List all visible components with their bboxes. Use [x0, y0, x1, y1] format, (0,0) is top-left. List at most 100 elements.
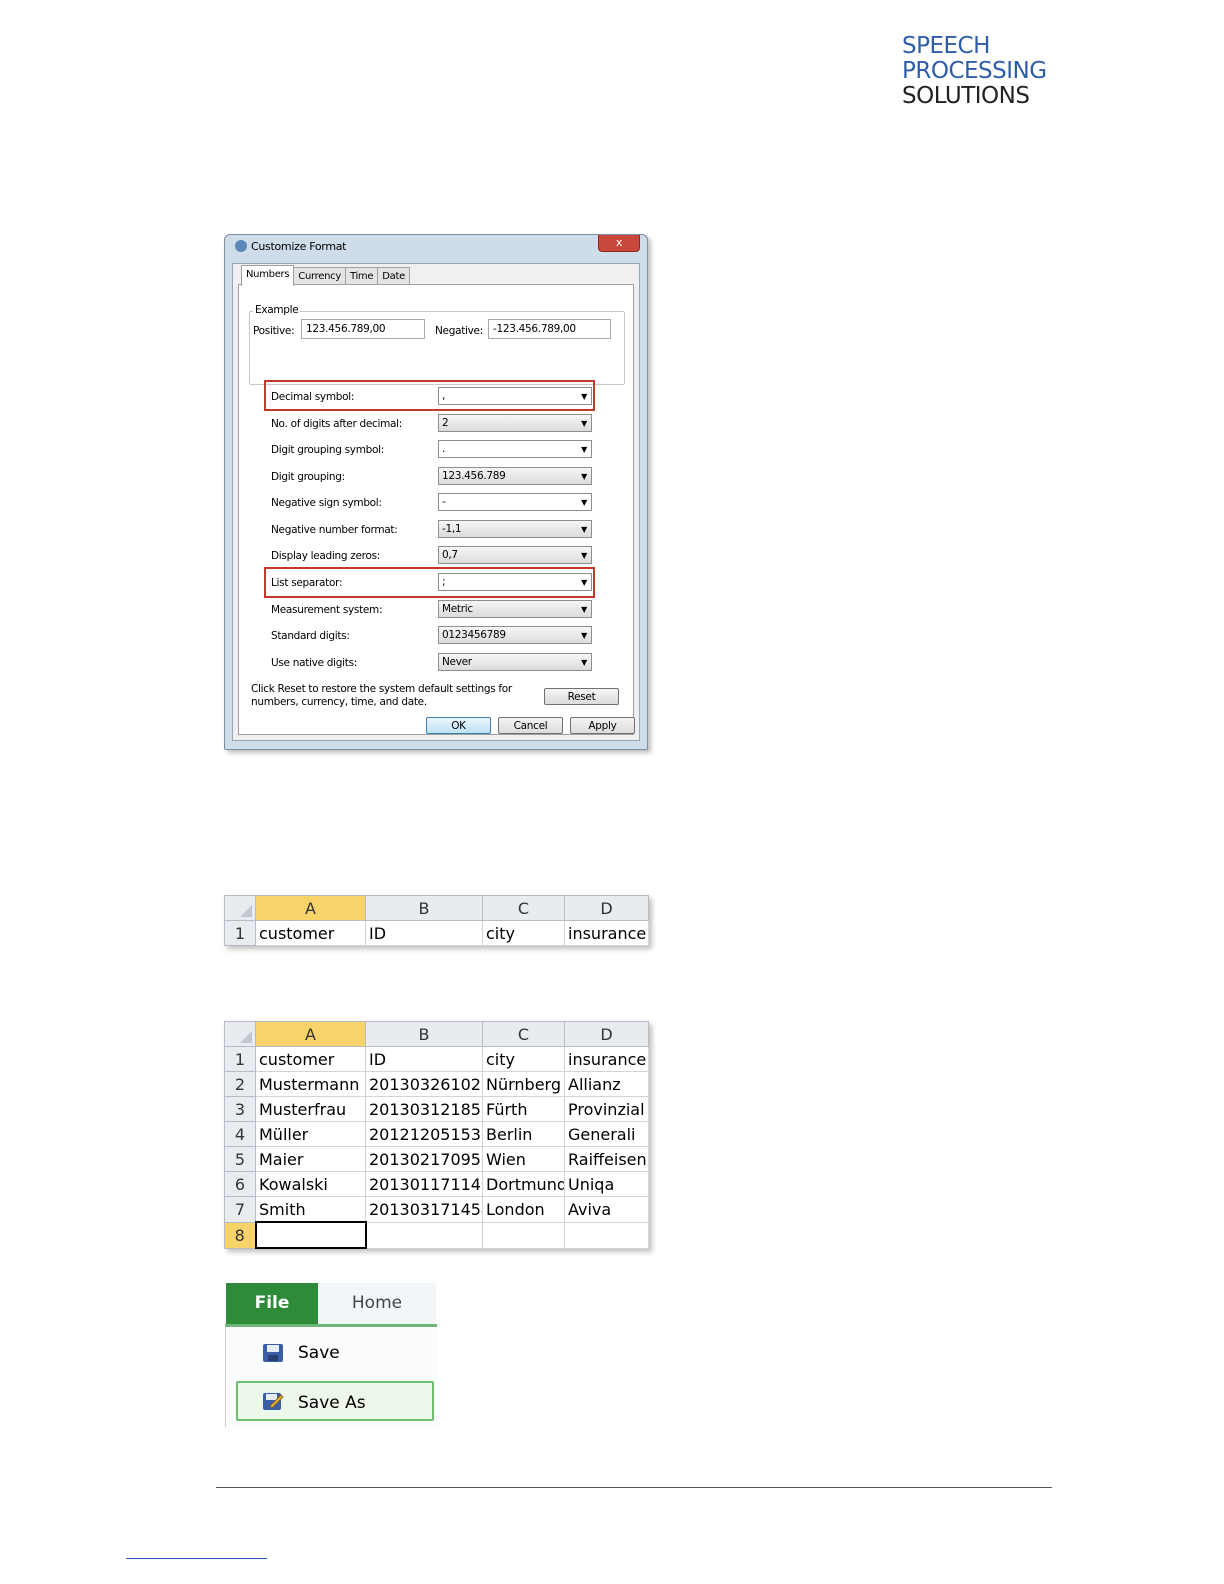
- cell[interactable]: customer: [255, 1046, 366, 1072]
- tab-time[interactable]: Time: [344, 267, 379, 285]
- select-all-corner[interactable]: [224, 895, 256, 921]
- dialog-titlebar: Customize Format: [235, 240, 347, 253]
- cell[interactable]: 201301171148: [365, 1171, 483, 1197]
- cell[interactable]: 201303121855: [365, 1096, 483, 1122]
- row-header[interactable]: 3: [224, 1096, 256, 1122]
- row-header[interactable]: 2: [224, 1071, 256, 1097]
- cell[interactable]: city: [482, 1046, 565, 1072]
- apply-button[interactable]: Apply: [570, 717, 635, 734]
- logo-line-3: SOLUTIONS: [902, 83, 1030, 109]
- measurement-system-select[interactable]: Metric ▼: [438, 600, 592, 618]
- cell[interactable]: 201303171454: [365, 1196, 483, 1223]
- cell[interactable]: 201303261022: [365, 1071, 483, 1097]
- cell[interactable]: [365, 1221, 483, 1249]
- column-header-c[interactable]: C: [482, 895, 565, 921]
- cell[interactable]: Nürnberg: [482, 1071, 565, 1097]
- cell[interactable]: Maier: [255, 1146, 366, 1172]
- select-all-corner[interactable]: [224, 1021, 256, 1047]
- cell[interactable]: customer: [255, 920, 366, 946]
- column-header-b[interactable]: B: [365, 895, 483, 921]
- footer-link-underline[interactable]: [126, 1558, 267, 1559]
- digit-grouping-symbol-value: .: [442, 443, 446, 455]
- digit-grouping-symbol-label: Digit grouping symbol:: [271, 444, 384, 456]
- negative-number-format-label: Negative number format:: [271, 524, 398, 536]
- tab-date[interactable]: Date: [377, 267, 410, 285]
- row-header[interactable]: 1: [224, 920, 256, 946]
- column-header-c[interactable]: C: [482, 1021, 565, 1047]
- chevron-down-icon: ▼: [581, 525, 587, 534]
- table-row: 4 Müller 201212051535 Berlin Generali: [224, 1121, 649, 1147]
- cell[interactable]: ID: [365, 1046, 483, 1072]
- negative-number-format-select[interactable]: -1,1 ▼: [438, 520, 592, 538]
- column-header-a[interactable]: A: [255, 895, 366, 921]
- file-tab[interactable]: File: [226, 1283, 318, 1324]
- negative-number-format-value: -1,1: [442, 523, 462, 535]
- column-header-d[interactable]: D: [564, 895, 649, 921]
- cell[interactable]: [482, 1221, 565, 1249]
- cell[interactable]: Generali: [564, 1121, 649, 1147]
- close-button[interactable]: x: [598, 235, 640, 252]
- logo-line-2: PROCESSING: [902, 58, 1047, 84]
- cell[interactable]: Provinzial: [564, 1096, 649, 1122]
- row-header[interactable]: 4: [224, 1121, 256, 1147]
- cancel-button[interactable]: Cancel: [498, 717, 563, 734]
- display-leading-zeros-select[interactable]: 0,7 ▼: [438, 546, 592, 564]
- active-cell[interactable]: [254, 1221, 367, 1249]
- cell[interactable]: Kowalski: [255, 1171, 366, 1197]
- tab-numbers[interactable]: Numbers: [241, 265, 295, 286]
- cell[interactable]: Smith: [255, 1196, 366, 1223]
- cell[interactable]: Uniqa: [564, 1171, 649, 1197]
- cell[interactable]: Fürth: [482, 1096, 565, 1122]
- save-as-menu-item[interactable]: Save As: [236, 1381, 434, 1421]
- tab-currency[interactable]: Currency: [293, 267, 346, 285]
- save-menu-item[interactable]: Save: [236, 1333, 434, 1373]
- decimal-symbol-value: ,: [442, 390, 446, 402]
- cell[interactable]: ID: [365, 920, 483, 946]
- cell[interactable]: 201302170955: [365, 1146, 483, 1172]
- cell[interactable]: Dortmund: [482, 1171, 565, 1197]
- cell[interactable]: London: [482, 1196, 565, 1223]
- digit-grouping-select[interactable]: 123.456.789 ▼: [438, 467, 592, 485]
- column-header-d[interactable]: D: [564, 1021, 649, 1047]
- chevron-down-icon: ▼: [581, 551, 587, 560]
- row-header[interactable]: 7: [224, 1196, 256, 1223]
- cell[interactable]: insurance: [564, 1046, 649, 1072]
- cell[interactable]: insurance: [564, 920, 649, 946]
- cell[interactable]: Wien: [482, 1146, 565, 1172]
- row-header[interactable]: 1: [224, 1046, 256, 1072]
- cell[interactable]: Allianz: [564, 1071, 649, 1097]
- cell[interactable]: Mustermann: [255, 1071, 366, 1097]
- cell[interactable]: Aviva: [564, 1196, 649, 1223]
- decimal-symbol-select[interactable]: , ▼: [438, 387, 592, 405]
- ok-button[interactable]: OK: [426, 717, 491, 734]
- display-leading-zeros-label: Display leading zeros:: [271, 550, 380, 562]
- spreadsheet-data: A B C D 1 customer ID city insurance 2 M…: [224, 1021, 649, 1249]
- negative-sign-symbol-value: -: [442, 496, 446, 508]
- negative-sign-symbol-select[interactable]: - ▼: [438, 493, 592, 511]
- reset-note: Click Reset to restore the system defaul…: [251, 683, 512, 708]
- cell[interactable]: Musterfrau: [255, 1096, 366, 1122]
- globe-icon: [235, 240, 247, 252]
- reset-button[interactable]: Reset: [544, 688, 619, 705]
- cell[interactable]: Berlin: [482, 1121, 565, 1147]
- standard-digits-select[interactable]: 0123456789 ▼: [438, 626, 592, 644]
- cell[interactable]: Raiffeisen: [564, 1146, 649, 1172]
- digit-grouping-symbol-select[interactable]: . ▼: [438, 440, 592, 458]
- chevron-down-icon: ▼: [581, 472, 587, 481]
- row-header[interactable]: 8: [224, 1221, 256, 1249]
- cell[interactable]: 201212051535: [365, 1121, 483, 1147]
- column-header-b[interactable]: B: [365, 1021, 483, 1047]
- home-tab[interactable]: Home: [318, 1283, 436, 1324]
- chevron-down-icon: ▼: [581, 578, 587, 587]
- row-header[interactable]: 5: [224, 1146, 256, 1172]
- cell[interactable]: Müller: [255, 1121, 366, 1147]
- cell[interactable]: [564, 1221, 649, 1249]
- chevron-down-icon: ▼: [581, 498, 587, 507]
- digits-after-decimal-select[interactable]: 2 ▼: [438, 414, 592, 432]
- use-native-digits-select[interactable]: Never ▼: [438, 653, 592, 671]
- row-header[interactable]: 6: [224, 1171, 256, 1197]
- list-separator-value: ;: [442, 576, 446, 588]
- list-separator-select[interactable]: ; ▼: [438, 573, 592, 591]
- column-header-a[interactable]: A: [255, 1021, 366, 1047]
- cell[interactable]: city: [482, 920, 565, 946]
